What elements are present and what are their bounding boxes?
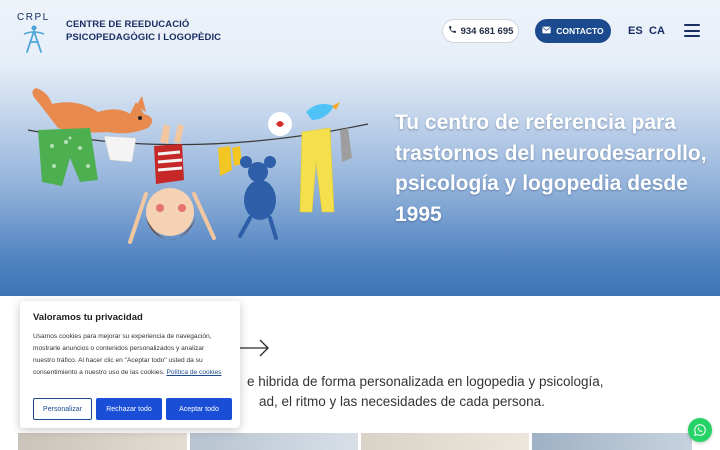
language-es[interactable]: ES <box>628 25 643 37</box>
cookie-title: Valoramos tu privacidad <box>33 312 143 323</box>
hero-illustration <box>18 62 378 296</box>
phone-number: 934 681 695 <box>460 25 514 37</box>
cookie-consent-dialog: Valoramos tu privacidad Usamos cookies p… <box>20 301 240 428</box>
contact-button[interactable]: CONTACTO <box>535 19 611 43</box>
photo-thumbnail[interactable] <box>532 433 692 450</box>
arrow-right-icon[interactable] <box>237 338 271 358</box>
phone-icon <box>448 25 457 37</box>
crpl-logo[interactable]: CRPL <box>16 8 52 54</box>
cookie-policy-link[interactable]: Política de cookies <box>166 369 221 376</box>
language-ca[interactable]: CA <box>649 25 665 37</box>
organization-name[interactable]: CENTRE DE REEDUCACIÓ PSICOPEDAGÒGIC I LO… <box>66 18 221 44</box>
hero-title: Tu centro de referencia para trastornos … <box>395 111 707 226</box>
svg-text:CRPL: CRPL <box>17 12 50 23</box>
accept-all-button[interactable]: Aceptar todo <box>166 398 232 420</box>
photo-thumbnail[interactable] <box>18 433 187 450</box>
site-header: CRPL CENTRE DE REEDUCACIÓ PSICOPEDAGÒGIC… <box>0 0 720 62</box>
menu-icon[interactable] <box>684 24 700 37</box>
reject-all-button[interactable]: Rechazar todo <box>96 398 162 420</box>
contact-label: CONTACTO <box>556 26 604 36</box>
org-name-line2: PSICOPEDAGÒGIC I LOGOPÈDIC <box>66 32 222 43</box>
photo-thumbnail[interactable] <box>361 433 529 450</box>
cookie-buttons: Personalizar Rechazar todo Aceptar todo <box>33 398 232 420</box>
org-name-line1: CENTRE DE REEDUCACIÓ <box>66 19 190 30</box>
whatsapp-icon[interactable] <box>688 418 712 442</box>
photo-strip <box>18 433 720 450</box>
mail-icon <box>542 26 551 36</box>
photo-thumbnail[interactable] <box>190 433 358 450</box>
phone-button[interactable]: 934 681 695 <box>442 19 519 43</box>
cookie-text: Usamos cookies para mejorar su experienc… <box>33 331 227 379</box>
customize-button[interactable]: Personalizar <box>33 398 92 420</box>
hero-banner: Tu centro de referencia para trastornos … <box>0 62 720 296</box>
